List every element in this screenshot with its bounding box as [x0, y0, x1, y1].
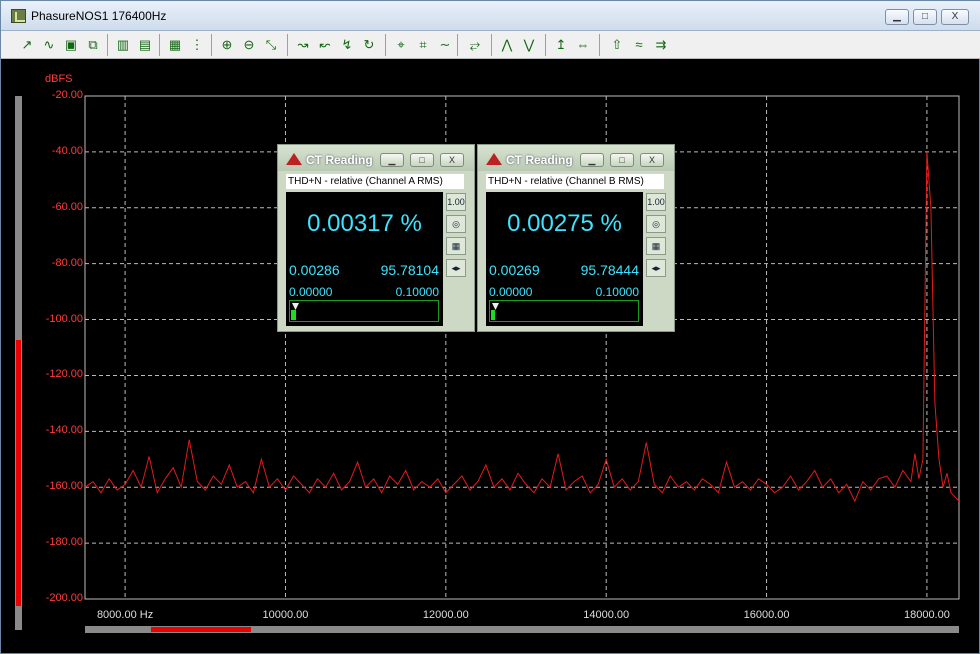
ct-main-reading: 0.00275 % [507, 210, 622, 237]
toolbar-separator [287, 34, 288, 56]
list-icon[interactable]: ⋮ [187, 35, 207, 55]
ct-scale-button[interactable]: 1.00 [446, 193, 466, 211]
close-button[interactable]: X [941, 9, 969, 25]
ct-scale-min: 0.00000 [289, 285, 333, 299]
toolbar-separator [385, 34, 386, 56]
window-title: PhasureNOS1 176400Hz [31, 9, 167, 23]
toolbar-separator [599, 34, 600, 56]
curve-a-icon[interactable]: ↝ [293, 35, 313, 55]
trough-icon[interactable]: ⋁ [519, 35, 539, 55]
grid-icon[interactable]: ▤ [135, 35, 155, 55]
toolbar-separator [211, 34, 212, 56]
curve-b-icon[interactable]: ↜ [315, 35, 335, 55]
ct-minimize-button[interactable]: ▁ [380, 153, 404, 167]
wave-icon[interactable]: ∿ [39, 35, 59, 55]
cursor-b-icon[interactable]: ⌗ [413, 35, 433, 55]
ct-level-pointer [292, 303, 299, 310]
ct-level-fill [491, 310, 496, 320]
toolbar-separator [491, 34, 492, 56]
ct-scale-max: 0.10000 [395, 285, 439, 299]
chart-icon[interactable]: ▥ [113, 35, 133, 55]
horizontal-scrollbar[interactable] [85, 626, 959, 633]
title-bar[interactable]: PhasureNOS1 176400Hz ▁ □ X [1, 1, 980, 31]
copy-icon[interactable]: ⧉ [83, 35, 103, 55]
overlay-icon[interactable]: ⥂ [465, 35, 485, 55]
ct-close-button[interactable]: X [640, 153, 664, 167]
peak-icon[interactable]: ⋀ [497, 35, 517, 55]
ct-main-reading: 0.00317 % [307, 210, 422, 237]
ct-display: 0.00275 % 0.00269 95.78444 0.00000 0.10000 [486, 192, 643, 326]
ct-maximize-button[interactable]: □ [610, 153, 634, 167]
ct-settings-icon[interactable]: ◎ [646, 215, 666, 233]
ct-scale-button[interactable]: 1.00 [646, 193, 666, 211]
sine-icon[interactable]: ∼ [435, 35, 455, 55]
ct-left-value: 0.00269 [489, 262, 540, 278]
ct-expand-icon[interactable]: ◂▸ [646, 259, 666, 277]
ct-maximize-button[interactable]: □ [410, 153, 434, 167]
arrows-icon[interactable]: ⇔ [573, 35, 593, 55]
up-icon[interactable]: ⇧ [607, 35, 627, 55]
ct-reading-b[interactable]: CT Reading ▁ □ X THD+N - relative (Channel B… [477, 144, 675, 332]
save-icon[interactable]: ▣ [61, 35, 81, 55]
vertical-scrollbar[interactable] [15, 96, 22, 630]
triangle-icon [286, 153, 302, 165]
ct-level-bar [289, 300, 439, 322]
ct-left-value: 0.00286 [289, 262, 340, 278]
ct-table-icon[interactable]: ▦ [646, 237, 666, 255]
horizontal-scroll-thumb[interactable] [151, 627, 251, 632]
ct-settings-icon[interactable]: ◎ [446, 215, 466, 233]
ct-title: CT Reading [506, 153, 573, 167]
app-icon [11, 9, 26, 23]
cursor-a-icon[interactable]: ⌖ [391, 35, 411, 55]
toolbar-separator [545, 34, 546, 56]
ct-measurement-label: THD+N - relative (Channel A RMS) [286, 174, 464, 189]
ct-scale-max: 0.10000 [595, 285, 639, 299]
ct-minimize-button[interactable]: ▁ [580, 153, 604, 167]
ct-right-value: 95.78104 [380, 262, 439, 278]
zoom-y-icon[interactable]: ⊖ [239, 35, 259, 55]
ct-display: 0.00317 % 0.00286 95.78104 0.00000 0.10000 [286, 192, 443, 326]
calc-icon[interactable]: ▦ [165, 35, 185, 55]
zoom-x-icon[interactable]: ⊕ [217, 35, 237, 55]
curve-d-icon[interactable]: ↻ [359, 35, 379, 55]
toolbar: ↗ ∿ ▣ ⧉ ▥ ▤ ▦ ⋮ ⊕ ⊖ ⤡ ↝ ↜ ↯ ↻ ⌖ ⌗ ∼ ⥂ ⋀ ⋁ ↥ ⇔ ⇧ ≈ ⇉ [1, 31, 980, 59]
app-window: PhasureNOS1 176400Hz ▁ □ X ↗ ∿ ▣ ⧉ ▥ ▤ ▦ ⋮ ⊕ ⊖ ⤡ ↝ ↜… [0, 0, 980, 654]
maximize-button[interactable]: □ [913, 9, 937, 25]
ct-level-pointer [492, 303, 499, 310]
triangle-icon [486, 153, 502, 165]
ct-expand-icon[interactable]: ◂▸ [446, 259, 466, 277]
ct-level-fill [291, 310, 296, 320]
ct-right-value: 95.78444 [580, 262, 639, 278]
toolbar-separator [457, 34, 458, 56]
settings-icon[interactable]: ⇉ [651, 35, 671, 55]
ct-measurement-label: THD+N - relative (Channel B RMS) [486, 174, 664, 189]
minimize-button[interactable]: ▁ [885, 9, 909, 25]
ct-close-button[interactable]: X [440, 153, 464, 167]
ct-scale-min: 0.00000 [489, 285, 533, 299]
ct-reading-a[interactable]: CT Reading ▁ □ X THD+N - relative (Channel A… [277, 144, 475, 332]
marker-icon[interactable]: ↥ [551, 35, 571, 55]
ct-level-bar [489, 300, 639, 322]
zoom-in-icon[interactable]: ↗ [17, 35, 37, 55]
wave2-icon[interactable]: ≈ [629, 35, 649, 55]
ct-title-bar[interactable]: CT Reading ▁ □ X [478, 145, 674, 171]
toolbar-separator [107, 34, 108, 56]
curve-c-icon[interactable]: ↯ [337, 35, 357, 55]
ct-title-bar[interactable]: CT Reading ▁ □ X [278, 145, 474, 171]
vertical-scroll-thumb[interactable] [16, 340, 21, 606]
ct-table-icon[interactable]: ▦ [446, 237, 466, 255]
toolbar-separator [159, 34, 160, 56]
fit-icon[interactable]: ⤡ [261, 35, 281, 55]
ct-title: CT Reading [306, 153, 373, 167]
